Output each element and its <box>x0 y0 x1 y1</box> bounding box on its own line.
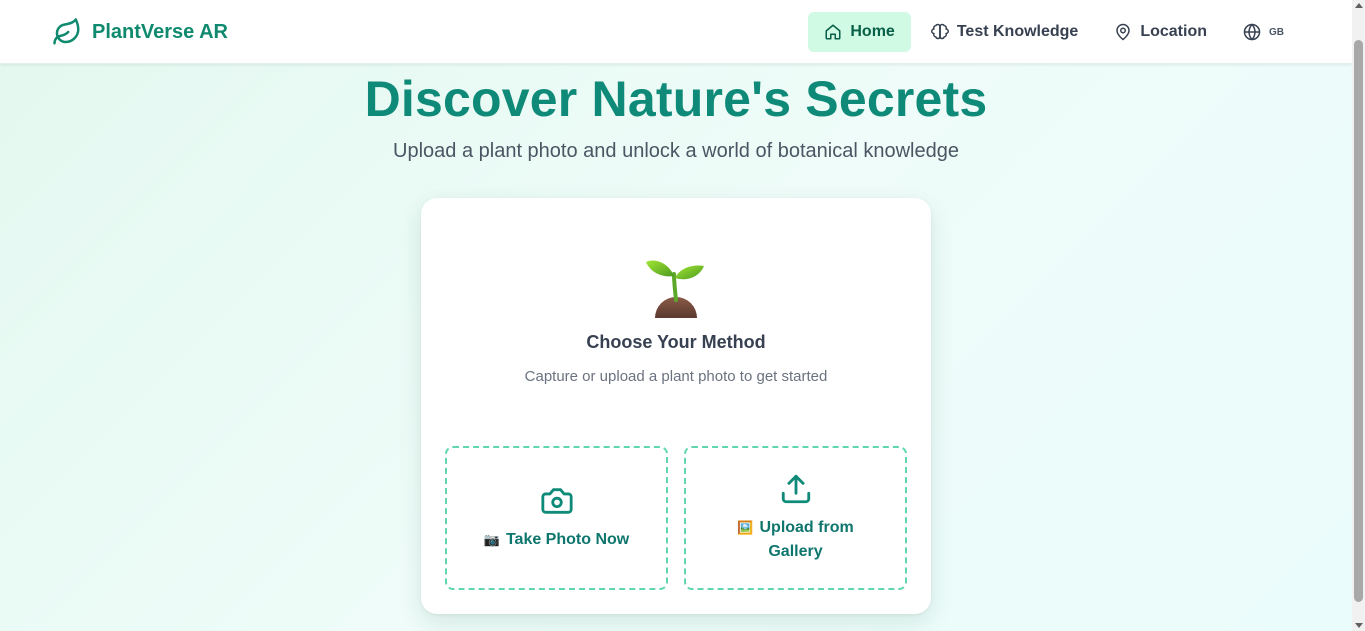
nav-item-home[interactable]: Home <box>808 12 911 52</box>
nav-item-label: Home <box>850 23 895 40</box>
nav-item-test-knowledge[interactable]: Test Knowledge <box>915 12 1095 52</box>
take-photo-text: Take Photo Now <box>505 531 630 548</box>
top-navbar: PlantVerse AR Home Test Knowledge Locati… <box>0 0 1352 64</box>
camera-emoji: 📷 <box>483 532 500 547</box>
nav-item-label: Test Knowledge <box>956 23 1079 40</box>
card-title: Choose Your Method <box>586 332 766 352</box>
brand-name: PlantVerse AR <box>92 20 228 43</box>
upload-card: Choose Your Method Capture or upload a p… <box>421 198 931 614</box>
home-icon <box>824 23 842 41</box>
page-subtitle: Upload a plant photo and unlock a world … <box>393 140 959 162</box>
scroll-thumb[interactable] <box>1354 40 1363 602</box>
map-pin-icon <box>1114 23 1132 41</box>
globe-icon <box>1243 23 1261 41</box>
seedling-icon <box>644 256 708 318</box>
upload-gallery-button[interactable]: 🖼️ Upload from Gallery <box>684 446 907 590</box>
leaf-icon <box>52 17 82 47</box>
upload-icon <box>779 472 813 506</box>
page-title: Discover Nature's Secrets <box>364 71 988 127</box>
page-scrollbar[interactable] <box>1352 0 1365 631</box>
brand-logo-link[interactable]: PlantVerse AR <box>52 16 228 48</box>
scroll-up-arrow-icon[interactable] <box>1355 3 1363 8</box>
camera-icon <box>540 484 574 518</box>
brain-icon <box>930 23 949 41</box>
upload-gallery-label: 🖼️ Upload from Gallery <box>721 516 871 564</box>
scroll-down-arrow-icon[interactable] <box>1355 623 1363 628</box>
nav-item-location[interactable]: Location <box>1098 12 1223 52</box>
language-code: GB <box>1269 26 1284 38</box>
nav-item-label: Location <box>1140 23 1207 40</box>
upload-gallery-text: Upload from Gallery <box>759 519 854 560</box>
picture-emoji: 🖼️ <box>737 520 754 535</box>
card-subtitle: Capture or upload a plant photo to get s… <box>524 368 828 385</box>
take-photo-label: 📷 Take Photo Now <box>484 528 629 552</box>
take-photo-button[interactable]: 📷 Take Photo Now <box>445 446 668 590</box>
main-nav: Home Test Knowledge Location GB <box>808 12 1300 52</box>
language-selector[interactable]: GB <box>1227 12 1300 52</box>
